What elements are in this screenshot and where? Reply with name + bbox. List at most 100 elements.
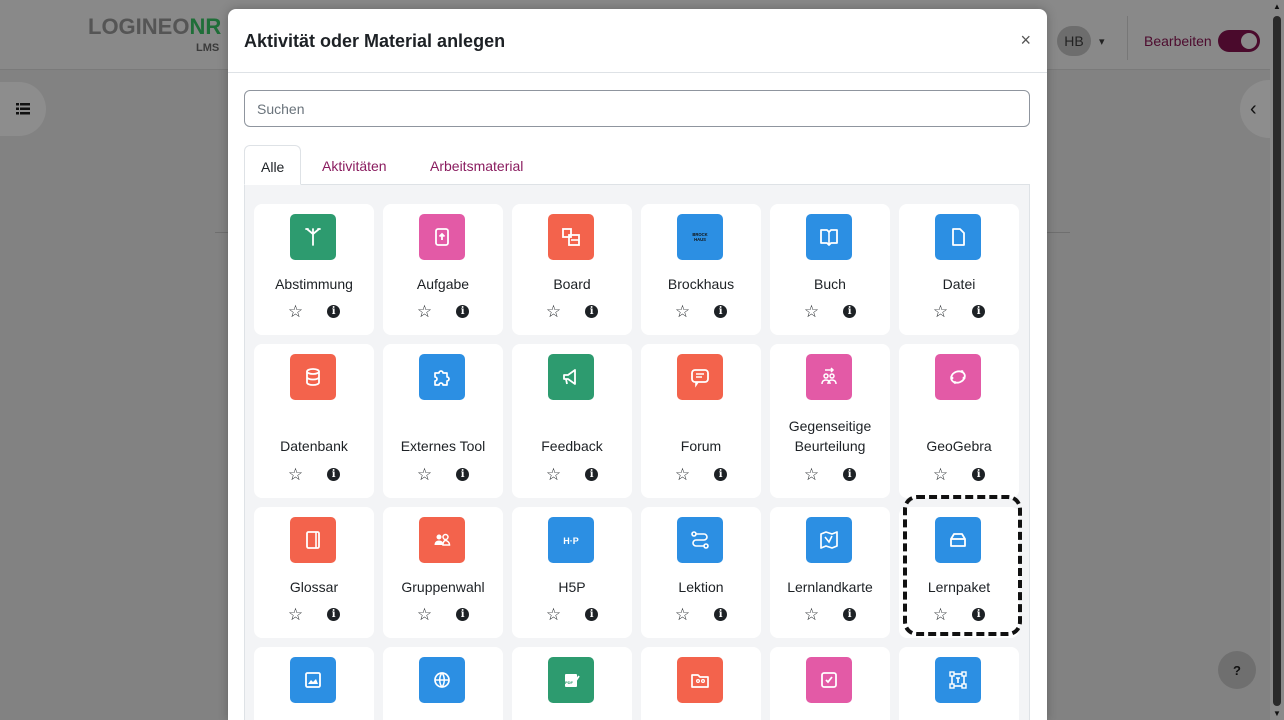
star-icon[interactable]: ☆ [288,466,303,483]
activity-label: Gegenseitige Beurteilung [770,416,890,456]
star-icon[interactable]: ☆ [417,466,432,483]
activity-card[interactable] [383,647,503,720]
card-actions: ☆ i [770,606,890,623]
info-icon[interactable]: i [456,608,470,621]
activity-label-line: Beurteilung [794,438,866,454]
activity-card[interactable] [770,647,890,720]
star-icon[interactable]: ☆ [546,466,561,483]
divider [1127,16,1128,60]
activity-card[interactable]: Lernlandkarte ☆ i [770,507,890,638]
close-button[interactable]: × [1020,31,1031,49]
file-icon [935,214,981,260]
star-icon[interactable]: ☆ [546,606,561,623]
activity-card[interactable]: Externes Tool ☆ i [383,344,503,498]
star-icon[interactable]: ☆ [675,303,690,320]
star-icon[interactable]: ☆ [933,606,948,623]
activity-card[interactable] [254,647,374,720]
info-icon[interactable]: i [327,468,341,481]
activity-label: Gruppenwahl [401,579,485,595]
activity-card[interactable]: Gruppenwahl ☆ i [383,507,503,638]
lesson-icon [677,517,723,563]
activity-label: Glossar [289,579,339,595]
info-icon[interactable]: i [585,468,599,481]
search-input[interactable] [244,90,1030,127]
info-icon[interactable]: i [843,608,857,621]
info-icon[interactable]: i [585,305,599,318]
svg-text:PDF: PDF [565,680,574,685]
info-icon[interactable]: i [843,468,857,481]
activity-label: GeoGebra [926,438,992,454]
board-icon [548,214,594,260]
info-icon[interactable]: i [714,608,728,621]
info-icon[interactable]: i [456,305,470,318]
activity-card[interactable]: Lektion ☆ i [641,507,761,638]
activity-card[interactable]: Datenbank ☆ i [254,344,374,498]
activity-card[interactable]: Aufgabe ☆ i [383,204,503,335]
star-icon[interactable]: ☆ [933,303,948,320]
star-icon[interactable]: ☆ [804,466,819,483]
info-icon[interactable]: i [456,468,470,481]
edit-mode-toggle[interactable] [1218,30,1260,52]
list-icon [16,103,30,115]
info-icon[interactable]: i [972,608,986,621]
card-actions: ☆ i [770,303,890,320]
activity-card[interactable]: Studierendenor [641,647,761,720]
activity-card[interactable]: GeoGebra ☆ i [899,344,1019,498]
activity-label: Board [553,276,591,292]
activity-label: Forum [680,438,722,454]
user-menu-button[interactable]: HB ▾ [1053,26,1119,56]
page-scrollbar[interactable]: ▲ ▼ [1270,0,1284,720]
tab-activities[interactable]: Aktivitäten [306,145,403,185]
tab-all[interactable]: Alle [244,145,302,185]
tab-resources[interactable]: Arbeitsmaterial [414,145,539,185]
logineo-logo[interactable]: LOGINEONR LMS [88,14,221,54]
star-icon[interactable]: ☆ [546,303,561,320]
star-icon[interactable]: ☆ [417,303,432,320]
activity-card[interactable]: H·P H5P ☆ i [512,507,632,638]
star-icon[interactable]: ☆ [675,466,690,483]
activity-card[interactable]: Datei ☆ i [899,204,1019,335]
star-icon[interactable]: ☆ [417,606,432,623]
info-icon[interactable]: i [972,305,986,318]
scroll-down-arrow-icon[interactable]: ▼ [1273,709,1281,718]
star-icon[interactable]: ☆ [288,606,303,623]
card-actions: ☆ i [641,606,761,623]
info-icon[interactable]: i [327,305,341,318]
globe-icon [419,657,465,703]
folder-icon [677,657,723,703]
modal-header: Aktivität oder Material anlegen × [228,9,1047,73]
info-icon[interactable]: i [843,305,857,318]
info-icon[interactable]: i [585,608,599,621]
star-icon[interactable]: ☆ [288,303,303,320]
activity-card[interactable]: Feedback ☆ i [512,344,632,498]
activity-card[interactable]: Forum ☆ i [641,344,761,498]
activity-card[interactable]: Glossar ☆ i [254,507,374,638]
info-icon[interactable]: i [327,608,341,621]
activity-card[interactable]: Gegenseitige Beurteilung ☆ i [770,344,890,498]
scroll-up-arrow-icon[interactable]: ▲ [1273,2,1281,11]
activity-card[interactable]: Text- und [899,647,1019,720]
activity-card[interactable]: Board ☆ i [512,204,632,335]
info-icon[interactable]: i [714,305,728,318]
group-choice-icon [419,517,465,563]
help-button[interactable]: ? [1218,651,1256,689]
modal-title: Aktivität oder Material anlegen [244,31,506,51]
activity-label: H5P [558,579,586,595]
puzzle-icon [419,354,465,400]
activity-card[interactable]: PDF [512,647,632,720]
activity-label: Brockhaus [667,276,735,292]
assignment-icon [419,214,465,260]
info-icon[interactable]: i [972,468,986,481]
scrollbar-thumb[interactable] [1273,16,1281,706]
course-index-toggle[interactable] [0,82,46,136]
activity-card[interactable]: Abstimmung ☆ i [254,204,374,335]
activity-card[interactable]: Lernpaket ☆ i [899,507,1019,638]
star-icon[interactable]: ☆ [804,606,819,623]
svg-text:H·P: H·P [563,536,579,546]
star-icon[interactable]: ☆ [675,606,690,623]
activity-card[interactable]: Buch ☆ i [770,204,890,335]
star-icon[interactable]: ☆ [933,466,948,483]
star-icon[interactable]: ☆ [804,303,819,320]
activity-card[interactable]: BROCK HAUS Brockhaus ☆ i [641,204,761,335]
info-icon[interactable]: i [714,468,728,481]
